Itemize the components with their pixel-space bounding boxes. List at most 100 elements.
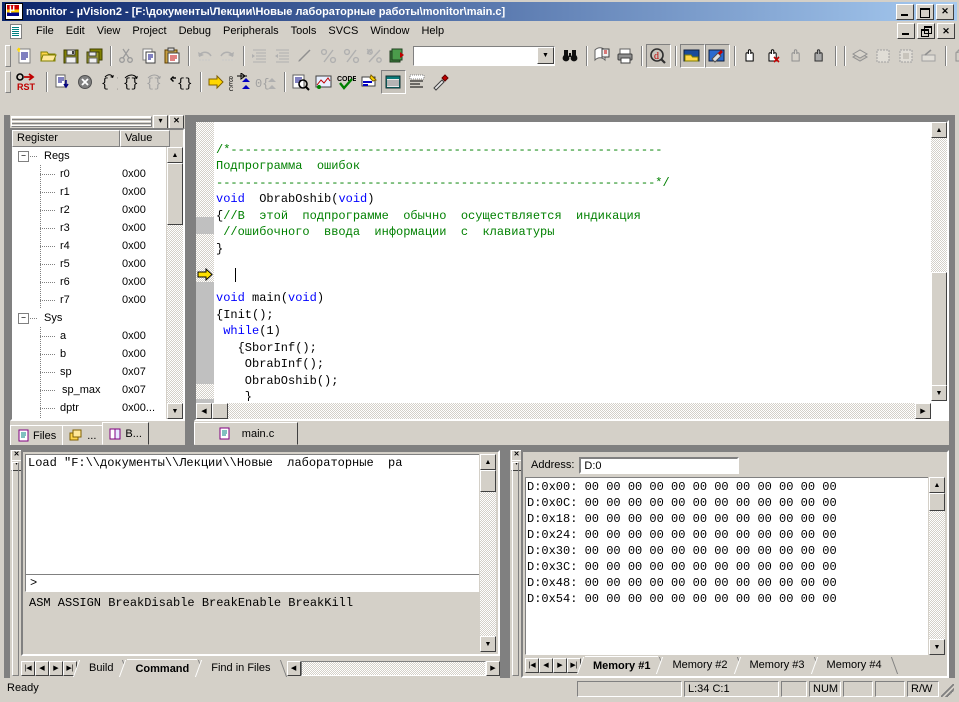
toolbar-grip[interactable] xyxy=(5,71,11,93)
tab-memory-3[interactable]: Memory #3 xyxy=(741,656,813,674)
register-value[interactable]: 0x00 xyxy=(122,168,146,180)
scroll-down-icon[interactable]: ▼ xyxy=(929,639,945,655)
command-window-grip[interactable]: ✕ ▾ xyxy=(10,450,22,678)
register-value[interactable]: 0x00 xyxy=(122,222,146,234)
register-row[interactable]: a 0x00 xyxy=(12,327,166,345)
column-header-register[interactable]: Register xyxy=(12,130,120,147)
dock-grip[interactable] xyxy=(11,116,152,127)
scroll-down-icon[interactable]: ▼ xyxy=(167,403,183,419)
serial-window-icon[interactable] xyxy=(406,71,429,93)
memory-row[interactable]: D:0x48: 00 00 00 00 00 00 00 00 00 00 00… xyxy=(527,575,927,591)
memory-row-bytes[interactable]: 00 00 00 00 00 00 00 00 00 00 00 00 xyxy=(585,592,837,606)
editor-client-area[interactable]: /*--------------------------------------… xyxy=(194,120,949,421)
maximize-button[interactable] xyxy=(916,3,934,20)
register-row[interactable]: sp_max 0x07 xyxy=(12,381,166,399)
watch-window-icon[interactable] xyxy=(312,71,335,93)
memory-row-bytes[interactable]: 00 00 00 00 00 00 00 00 00 00 00 00 xyxy=(585,512,837,526)
register-tree[interactable]: Register Value − Regs r0 0x00 r1 0x00 r2… xyxy=(10,128,185,421)
tabstrip-track[interactable] xyxy=(300,660,486,676)
memory-row[interactable]: D:0x54: 00 00 00 00 00 00 00 00 00 00 00… xyxy=(527,591,927,607)
tab-prev-icon[interactable]: ◀ xyxy=(539,657,553,673)
tab-books-open[interactable]: B... xyxy=(102,422,149,445)
memory-row[interactable]: D:0x18: 00 00 00 00 00 00 00 00 00 00 00… xyxy=(527,511,927,527)
register-value[interactable]: 0x00 xyxy=(122,330,146,342)
scrollbar-thumb[interactable] xyxy=(167,163,183,225)
memory-row[interactable]: D:0x0C: 00 00 00 00 00 00 00 00 00 00 00… xyxy=(527,495,927,511)
tab-main-c[interactable]: main.c xyxy=(194,422,298,445)
memory-row-bytes[interactable]: 00 00 00 00 00 00 00 00 00 00 00 00 xyxy=(585,528,837,542)
memory-row[interactable]: D:0x24: 00 00 00 00 00 00 00 00 00 00 00… xyxy=(527,527,927,543)
customize-tools-icon[interactable] xyxy=(705,43,730,68)
code-coverage-icon[interactable]: CODE xyxy=(335,71,358,93)
dock-close-icon[interactable]: ✕ xyxy=(169,114,184,129)
run-icon[interactable] xyxy=(51,71,74,93)
open-file-icon[interactable] xyxy=(37,45,60,67)
memory-row-bytes[interactable]: 00 00 00 00 00 00 00 00 00 00 00 00 xyxy=(585,480,837,494)
scrollbar-thumb[interactable] xyxy=(931,272,947,392)
find-combo[interactable]: ▼ xyxy=(413,45,555,66)
tree-group-regs[interactable]: − Regs xyxy=(12,147,166,165)
tree-group-sys[interactable]: − Sys xyxy=(12,309,166,327)
register-row[interactable]: r2 0x00 xyxy=(12,201,166,219)
tab-find-in-files[interactable]: Find in Files xyxy=(203,659,279,677)
scrollbar-thumb[interactable] xyxy=(480,470,496,492)
register-row[interactable]: r5 0x00 xyxy=(12,255,166,273)
register-row[interactable]: b 0x00 xyxy=(12,345,166,363)
halt-icon[interactable] xyxy=(74,71,97,93)
register-value[interactable]: 0x00 xyxy=(122,204,146,216)
tab-build[interactable]: Build xyxy=(81,659,122,677)
menu-item-file[interactable]: File xyxy=(30,23,60,39)
register-row[interactable]: r7 0x00 xyxy=(12,291,166,309)
tab-prev-icon[interactable]: ◀ xyxy=(35,660,49,676)
memory-window-icon[interactable] xyxy=(381,70,406,94)
show-next-statement-icon[interactable] xyxy=(205,71,228,93)
memory-row[interactable]: D:0x30: 00 00 00 00 00 00 00 00 00 00 00… xyxy=(527,543,927,559)
source-code[interactable]: /*--------------------------------------… xyxy=(216,125,929,402)
scroll-left-icon[interactable]: ◀ xyxy=(196,403,212,419)
toolbox-icon[interactable] xyxy=(429,71,452,93)
tab-command[interactable]: Command xyxy=(127,659,198,677)
tab-books[interactable]: ... xyxy=(62,425,104,445)
scroll-right-icon[interactable]: ▶ xyxy=(915,403,931,419)
save-all-icon[interactable] xyxy=(83,45,106,67)
scroll-up-icon[interactable]: ▲ xyxy=(480,454,496,470)
tab-memory-2[interactable]: Memory #2 xyxy=(664,656,736,674)
memory-dump[interactable]: D:0x00: 00 00 00 00 00 00 00 00 00 00 00… xyxy=(525,477,929,655)
mdi-restore-button[interactable] xyxy=(917,23,935,39)
tab-next-icon[interactable]: ▶ xyxy=(49,660,63,676)
step-over-icon[interactable]: {} xyxy=(120,71,143,93)
reset-cpu-icon[interactable]: RST xyxy=(14,71,42,93)
tab-memory-4[interactable]: Memory #4 xyxy=(818,656,890,674)
scroll-up-icon[interactable]: ▲ xyxy=(167,147,183,163)
binoculars-find-icon[interactable] xyxy=(559,45,582,67)
register-value[interactable]: 0x07 xyxy=(122,366,146,378)
run-to-cursor-icon[interactable]: {} xyxy=(166,71,196,93)
toolbar-grip[interactable] xyxy=(5,44,11,67)
performance-analyzer-icon[interactable] xyxy=(358,71,381,93)
menu-item-debug[interactable]: Debug xyxy=(173,23,217,39)
register-row[interactable]: PC $ C:0x... xyxy=(12,417,166,419)
trace-record-icon[interactable]: R E C xyxy=(228,71,254,93)
scroll-right-icon[interactable]: ▶ xyxy=(486,660,500,676)
register-value[interactable]: 0x07 xyxy=(122,384,146,396)
editor-gutter[interactable] xyxy=(196,122,214,419)
command-input[interactable]: > xyxy=(25,574,480,592)
find-in-files-icon[interactable] xyxy=(386,45,409,67)
register-value[interactable]: 0x00 xyxy=(122,258,146,270)
paste-icon[interactable] xyxy=(161,45,184,67)
register-row[interactable]: dptr 0x00... xyxy=(12,399,166,417)
close-button[interactable]: ✕ xyxy=(936,3,954,20)
find-references-icon[interactable] xyxy=(591,45,614,67)
register-value[interactable]: 0x00 xyxy=(122,348,146,360)
step-into-icon[interactable]: { } xyxy=(97,71,120,93)
scroll-up-icon[interactable]: ▲ xyxy=(929,477,945,493)
memory-row[interactable]: D:0x3C: 00 00 00 00 00 00 00 00 00 00 00… xyxy=(527,559,927,575)
tab-first-icon[interactable]: |◀ xyxy=(21,660,35,676)
tab-first-icon[interactable]: |◀ xyxy=(525,657,539,673)
cut-icon[interactable] xyxy=(115,45,138,67)
register-vertical-scrollbar[interactable]: ▲ ▼ xyxy=(166,147,183,419)
address-input[interactable]: D:0 xyxy=(579,456,740,474)
register-row[interactable]: sp 0x07 xyxy=(12,363,166,381)
memory-row-bytes[interactable]: 00 00 00 00 00 00 00 00 00 00 00 00 xyxy=(585,544,837,558)
copy-icon[interactable] xyxy=(138,45,161,67)
